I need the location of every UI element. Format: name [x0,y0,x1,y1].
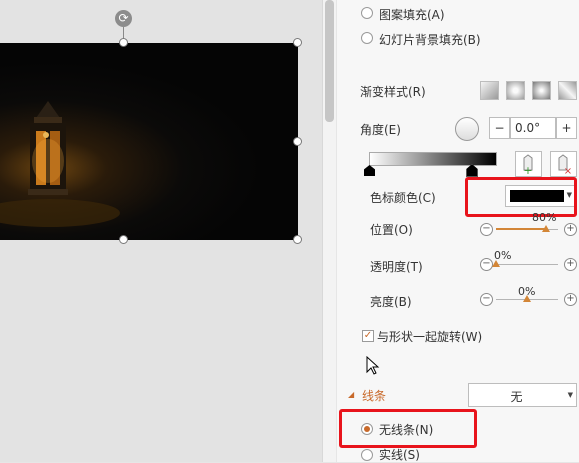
position-label: 位置(O) [370,223,413,237]
angle-increment-button[interactable]: + [556,117,577,139]
slide-bg-fill-radio[interactable] [361,32,373,44]
pattern-fill-label[interactable]: 图案填充(A) [379,6,445,23]
angle-dial-icon[interactable] [455,117,479,141]
transparency-plus-button[interactable]: + [564,258,577,271]
lantern-image[interactable] [0,43,298,240]
slide-bg-fill-label[interactable]: 幻灯片背景填充(B) [379,31,481,48]
rotate-with-shape-checkbox[interactable]: ✓ [362,330,374,342]
add-stop-button[interactable]: + [515,151,542,177]
chevron-down-icon: ▼ [567,391,573,399]
no-line-highlight [339,409,477,448]
position-plus-button[interactable]: + [564,223,577,236]
section-collapse-icon[interactable]: ◢ [348,390,354,399]
resize-handle-top[interactable] [119,38,128,47]
line-type-dropdown[interactable]: 无 ▼ [468,383,577,407]
brightness-label: 亮度(B) [370,295,412,309]
svg-text:+: + [523,164,532,176]
solid-line-label[interactable]: 实线(S) [379,446,420,463]
brightness-minus-button[interactable]: − [480,293,493,306]
brightness-value: 0% [518,285,536,298]
gradient-path-button[interactable] [558,81,577,100]
transparency-value: 0% [494,249,512,262]
transparency-label: 透明度(T) [370,260,423,274]
mouse-cursor-icon [366,356,380,375]
angle-input[interactable]: 0.0° [510,117,556,139]
brightness-plus-button[interactable]: + [564,293,577,306]
gradient-rect-button[interactable] [532,81,551,100]
angle-label: 角度(E) [360,123,401,137]
lantern-graphic [0,101,120,227]
solid-line-radio[interactable] [361,449,373,461]
position-minus-button[interactable]: − [480,223,493,236]
angle-decrement-button[interactable]: − [489,117,510,139]
transparency-slider-track[interactable] [496,264,558,265]
rotate-with-shape-label[interactable]: 与形状一起旋转(W) [377,328,482,345]
gradient-bar[interactable] [369,152,497,166]
resize-handle-bottom[interactable] [119,235,128,244]
add-stop-icon: + [523,154,533,177]
delete-stop-button[interactable]: × [550,151,577,177]
position-slider-thumb[interactable] [541,225,550,232]
slide-canvas: ⟳ [0,0,322,462]
resize-handle-right[interactable] [293,137,302,146]
gradient-style-label: 渐变样式(R) [360,85,426,99]
stop-color-label: 色标颜色(C) [370,191,436,205]
stop-color-highlight [465,177,577,217]
gradient-radial-button[interactable] [506,81,525,100]
rotate-handle-icon[interactable]: ⟳ [115,10,132,27]
delete-stop-icon: × [558,154,572,177]
gradient-linear-button[interactable] [480,81,499,100]
line-type-value: 无 [510,390,523,404]
pattern-fill-radio[interactable] [361,7,373,19]
resize-handle-top-right[interactable] [293,38,302,47]
scrollbar-thumb[interactable] [325,0,334,122]
position-slider-fill [496,228,546,230]
resize-handle-bottom-right[interactable] [293,235,302,244]
position-value: 80% [532,211,557,224]
svg-text:×: × [564,166,572,176]
line-section-label[interactable]: 线条 [362,387,386,404]
